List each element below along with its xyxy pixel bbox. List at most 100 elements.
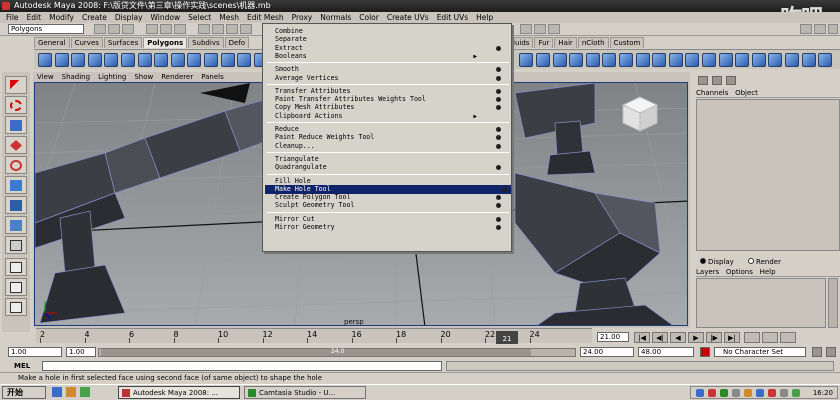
menu-edit-uvs[interactable]: Edit UVs <box>437 12 468 23</box>
option-box-icon[interactable] <box>496 225 501 230</box>
taskbar-item-maya[interactable]: Autodesk Maya 2008: ... <box>118 386 240 399</box>
shelf-tab-polygons[interactable]: Polygons <box>143 37 188 48</box>
menu-display[interactable]: Display <box>115 12 143 23</box>
channel-box[interactable] <box>696 99 840 251</box>
manipulator-tool[interactable] <box>5 196 27 214</box>
last-tool[interactable] <box>5 236 27 254</box>
menu-normals[interactable]: Normals <box>320 12 351 23</box>
layer-list[interactable] <box>696 278 826 328</box>
tray-icon-8[interactable] <box>780 389 788 397</box>
menu-item-cleanup[interactable]: Cleanup... <box>275 142 505 151</box>
rotate-tool[interactable] <box>5 156 27 174</box>
menu-window[interactable]: Window <box>151 12 181 23</box>
snap-plane-icon[interactable] <box>240 24 252 34</box>
menu-item-average-vertices[interactable]: Average Vertices <box>275 74 505 83</box>
options-menu[interactable]: Options <box>726 268 753 276</box>
tray-icon-4[interactable] <box>732 389 740 397</box>
autokey-icon[interactable] <box>700 347 710 357</box>
panel-menu-view[interactable]: View <box>37 72 54 82</box>
mel-input[interactable] <box>42 361 442 371</box>
preferences-icon[interactable] <box>826 347 836 357</box>
object-menu[interactable]: Object <box>735 89 758 97</box>
polygon-shelf-tool-icon[interactable] <box>818 53 833 67</box>
option-box-icon[interactable] <box>496 67 501 73</box>
quicklaunch-icon-1[interactable] <box>52 387 62 397</box>
tray-icon-3[interactable] <box>720 389 728 397</box>
go-to-end-button[interactable]: ▶| <box>724 332 740 343</box>
shelf-tab-defo[interactable]: Defo <box>224 37 250 48</box>
select-component-icon[interactable] <box>174 24 186 34</box>
menu-item-quadrangulate[interactable]: Quadrangulate <box>275 163 505 172</box>
polygon-shelf-tool-icon[interactable] <box>685 53 700 67</box>
menu-item-booleans[interactable]: Booleans ▶ <box>275 52 505 61</box>
select-object-icon[interactable] <box>160 24 172 34</box>
animation-start-field[interactable]: 1.00 <box>8 347 62 357</box>
menu-proxy[interactable]: Proxy <box>292 12 313 23</box>
polygon-shelf-tool-icon[interactable] <box>652 53 667 67</box>
render-radio-icon[interactable] <box>748 258 755 264</box>
polygon-shelf-tool-icon[interactable] <box>801 53 816 67</box>
four-view-layout[interactable] <box>5 278 27 296</box>
start-button[interactable]: 开始 <box>2 386 46 399</box>
paint-select-tool[interactable] <box>5 116 27 134</box>
loop-toggle-button[interactable] <box>780 332 796 343</box>
panel-menu-shading[interactable]: Shading <box>62 72 90 82</box>
polygon-shelf-tool-icon[interactable] <box>519 53 534 67</box>
menu-color[interactable]: Color <box>359 12 379 23</box>
current-time-field[interactable]: 21.00 <box>597 332 629 342</box>
quicklaunch-icon-3[interactable] <box>80 387 90 397</box>
option-box-icon[interactable] <box>496 97 501 103</box>
polygon-shelf-tool-icon[interactable] <box>204 53 218 67</box>
polygon-shelf-tool-icon[interactable] <box>735 53 750 67</box>
tray-icon-6[interactable] <box>756 389 764 397</box>
quicklaunch-icon-2[interactable] <box>66 387 76 397</box>
polygon-shelf-tool-icon[interactable] <box>602 53 617 67</box>
layer-scrollbar[interactable] <box>828 278 838 328</box>
shelf-tab-fur[interactable]: Fur <box>534 37 554 48</box>
scale-tool[interactable] <box>5 176 27 194</box>
panel-menu-lighting[interactable]: Lighting <box>98 72 126 82</box>
new-scene-icon[interactable] <box>94 24 106 34</box>
range-slider-thumb[interactable]: 24.0 <box>101 348 531 356</box>
polygon-shelf-tool-icon[interactable] <box>718 53 733 67</box>
snap-point-icon[interactable] <box>226 24 238 34</box>
snap-curve-icon[interactable] <box>212 24 224 34</box>
polygon-shelf-tool-icon[interactable] <box>619 53 633 67</box>
option-box-icon[interactable] <box>496 216 501 222</box>
polygon-shelf-tool-icon[interactable] <box>54 53 69 67</box>
snap-grid-icon[interactable] <box>198 24 210 34</box>
polygon-shelf-tool-icon[interactable] <box>702 53 716 67</box>
polygon-shelf-tool-icon[interactable] <box>668 53 683 67</box>
option-box-icon[interactable] <box>496 165 501 171</box>
menu-edit[interactable]: Edit <box>27 12 42 23</box>
render-settings-icon[interactable] <box>548 24 560 34</box>
polygon-shelf-tool-icon[interactable] <box>220 53 235 67</box>
animation-end-field[interactable]: 48.00 <box>638 347 694 357</box>
move-tool[interactable] <box>5 136 27 154</box>
menu-file[interactable]: File <box>6 12 19 23</box>
attribute-editor-icon[interactable] <box>726 76 736 85</box>
soft-mod-tool[interactable] <box>5 216 27 234</box>
shelf-tab-surfaces[interactable]: Surfaces <box>103 37 143 48</box>
polygon-shelf-tool-icon[interactable] <box>552 53 567 67</box>
polygon-shelf-tool-icon[interactable] <box>38 53 52 67</box>
shelf-tab-subdivs[interactable]: Subdivs <box>188 37 224 48</box>
shelf-tab-custom[interactable]: Custom <box>609 37 645 48</box>
menu-item-mirror-geometry[interactable]: Mirror Geometry <box>275 223 505 232</box>
option-box-icon[interactable] <box>496 88 501 94</box>
shelf-tab-hair[interactable]: Hair <box>554 37 577 48</box>
polygon-shelf-tool-icon[interactable] <box>170 53 185 67</box>
ipr-render-icon[interactable] <box>534 24 546 34</box>
layer-editor-icon[interactable] <box>712 76 722 85</box>
step-forward-frame-button[interactable] <box>762 332 778 343</box>
play-backward-button[interactable]: ◀ <box>670 332 686 343</box>
toggle-attribute-editor-icon[interactable] <box>800 24 812 34</box>
option-box-icon[interactable] <box>496 135 501 141</box>
channel-box-icon[interactable] <box>698 76 708 85</box>
playback-start-field[interactable]: 1.00 <box>66 347 96 357</box>
display-radio-icon[interactable] <box>700 258 706 264</box>
menu-item-sculpt-geometry-tool[interactable]: Sculpt Geometry Tool <box>275 201 505 210</box>
polygon-shelf-tool-icon[interactable] <box>71 53 86 67</box>
view-cube[interactable] <box>621 96 659 132</box>
shelf-tab-curves[interactable]: Curves <box>70 37 103 48</box>
